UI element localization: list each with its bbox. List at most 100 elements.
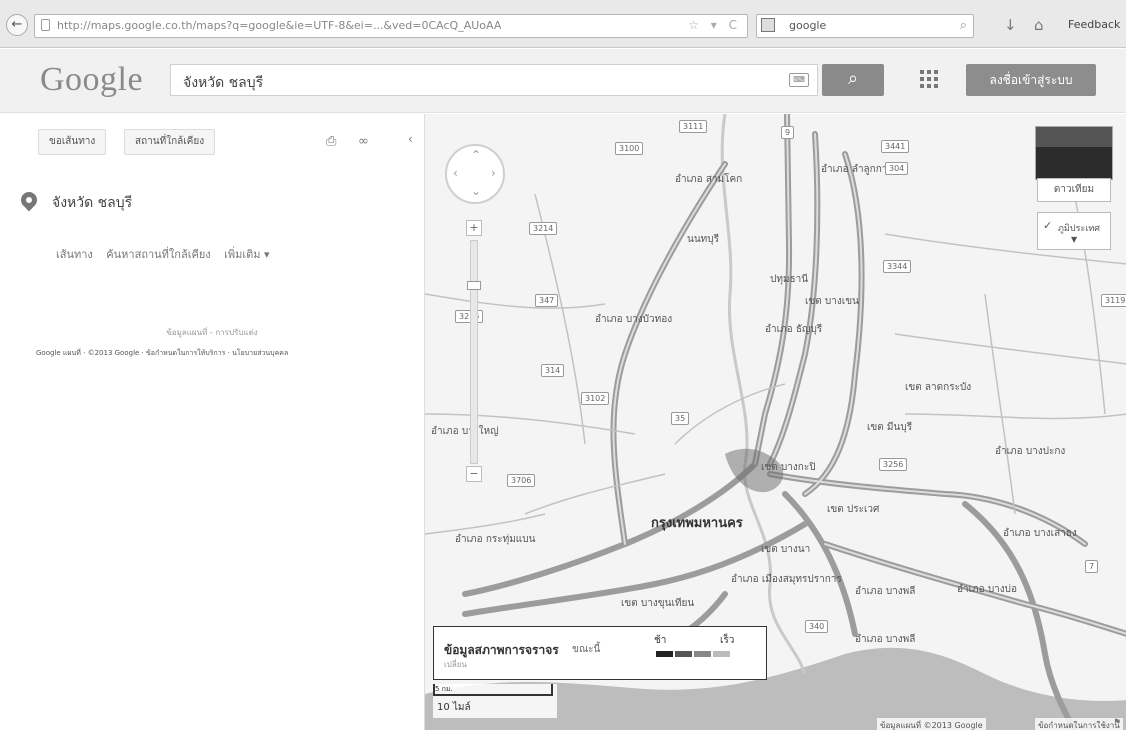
road-shield: 9 (781, 126, 795, 139)
road-shield: 3706 (507, 474, 536, 487)
search-icon: ⌕ (847, 68, 859, 89)
browser-search-value: google (789, 19, 827, 32)
map-label: อำเภอ ลำลูกกา (821, 164, 888, 175)
search-icon[interactable]: ⌕ (960, 18, 967, 33)
zoom-handle[interactable] (467, 281, 481, 290)
road-shield: 314 (541, 364, 565, 377)
search-input[interactable]: จังหวัด ชลบุรี ⌨ (170, 64, 818, 96)
map-label: เขต ประเวศ (827, 504, 880, 515)
map-label: อำเภอ บางพลี (855, 586, 916, 597)
map-label: อำเภอ บางปะกง (995, 446, 1066, 457)
traffic-change-link[interactable]: เปลี่ยน (444, 658, 467, 671)
map-label: อำเภอ สามโคก (675, 174, 743, 185)
directions-link[interactable]: เส้นทาง (56, 248, 93, 261)
map-label: อำเภอ กระทุ่มแบน (455, 534, 536, 545)
zoom-slider[interactable] (467, 240, 481, 464)
lock-icon (41, 19, 50, 31)
traffic-panel: ข้อมูลสภาพการจราจร ขณะนี้ เปลี่ยน ช้า เร… (433, 626, 767, 680)
collapse-panel-icon[interactable]: ‹ (408, 132, 413, 146)
maps-header: Google จังหวัด ชลบุรี ⌨ ⌕ ลงชื่อเข้าสู่ร… (0, 49, 1126, 113)
footer-links[interactable]: Google แผนที่ · ©2013 Google · ข้อกำหนดใ… (36, 348, 288, 359)
road-shield: 7 (1085, 560, 1099, 573)
road-shield: 3256 (879, 458, 908, 471)
place-links: เส้นทาง ค้นหาสถานที่ใกล้เคียง เพิ่มเติม … (56, 245, 280, 263)
home-icon[interactable]: ⌂ (1034, 16, 1044, 34)
map-label: นนทบุรี (687, 234, 719, 245)
back-button[interactable]: ← (6, 14, 28, 36)
road-shield: 3102 (581, 392, 610, 405)
map-label: ปทุมธานี (770, 274, 809, 285)
feedback-button[interactable]: Feedback (1068, 18, 1120, 31)
search-query: จังหวัด ชลบุรี (183, 75, 264, 91)
reload-icon[interactable]: ☆ ▾ C (688, 18, 741, 32)
terrain-label: ภูมิประเทศ (1058, 224, 1100, 234)
pan-down-icon[interactable]: ⌄ (471, 184, 481, 198)
address-bar[interactable]: http://maps.google.co.th/maps?q=google&i… (34, 14, 748, 38)
traffic-legend-bar (656, 651, 732, 657)
terrain-toggle[interactable]: ✓ ภูมิประเทศ ▼ (1037, 212, 1111, 250)
search-button[interactable]: ⌕ (822, 64, 884, 96)
road-shield: 340 (805, 620, 829, 633)
road-shield: 35 (671, 412, 690, 425)
map-copyright: ข้อมูลแผนที่ ©2013 Google (877, 718, 986, 730)
map-label: อำเภอ บางบัวทอง (595, 314, 673, 325)
road-shield: 304 (885, 162, 909, 175)
check-icon: ✓ (1043, 219, 1053, 232)
pan-left-icon[interactable]: ‹ (453, 166, 458, 180)
road-shield: 3119 (1101, 294, 1126, 307)
pan-control[interactable]: ⌃ ⌄ ‹ › (445, 144, 505, 204)
map-scale: 5 กม. 10 ไมล์ (433, 684, 557, 718)
map-label: อำเภอ เมืองสมุทรปราการ (731, 574, 842, 585)
chevron-down-icon[interactable]: ▼ (1071, 235, 1077, 244)
left-panel: ขอเส้นทาง สถานที่ใกล้เคียง ⎙ ∞ ‹ จังหวัด… (0, 114, 424, 730)
keyboard-icon[interactable]: ⌨ (789, 73, 809, 87)
nearby-button[interactable]: สถานที่ใกล้เคียง (124, 129, 216, 155)
road-shield: 3214 (529, 222, 558, 235)
satellite-thumbnail[interactable] (1035, 126, 1113, 180)
map-label: เขต บางเขน (805, 296, 859, 307)
browser-toolbar: ← http://maps.google.co.th/maps?q=google… (0, 0, 1126, 48)
map-label: อำเภอ บางเสาธง (1003, 528, 1077, 539)
search-nearby-link[interactable]: ค้นหาสถานที่ใกล้เคียง (106, 248, 210, 261)
pan-right-icon[interactable]: › (491, 166, 496, 180)
signin-button[interactable]: ลงชื่อเข้าสู่ระบบ (966, 64, 1096, 96)
download-icon[interactable]: ↓ (1004, 16, 1017, 34)
road-shield: 3111 (679, 120, 708, 133)
road-shield: 3441 (881, 140, 910, 153)
terms-link[interactable]: ข้อกำหนดในการใช้งาน (1035, 718, 1123, 730)
map-label: เขต บางขุนเทียน (621, 598, 695, 609)
map-label: เขต บางกะปิ (761, 462, 816, 473)
map-label: เขต มีนบุรี (867, 422, 913, 433)
satellite-button[interactable]: ดาวเทียม (1037, 178, 1111, 202)
map-label: เขต ลาดกระบัง (905, 382, 972, 393)
scale-bar-km: 5 กม. (433, 684, 553, 696)
map-label: อำเภอ บางพลี (855, 634, 916, 645)
scale-bar-miles: 10 ไมล์ (437, 702, 471, 713)
map-label: อำเภอ ธัญบุรี (765, 324, 823, 335)
link-icon[interactable]: ∞ (358, 134, 369, 149)
pan-up-icon[interactable]: ⌃ (471, 148, 481, 162)
traffic-fast-label: เร็ว (720, 635, 735, 646)
map-label: อำเภอ บางบ่อ (957, 584, 1018, 595)
search-engine-icon[interactable] (761, 18, 775, 32)
place-title: จังหวัด ชลบุรี (52, 195, 133, 211)
browser-search-box[interactable]: google ⌕ (756, 14, 974, 38)
map-info-link[interactable]: ข้อมูลแผนที่ - การปรับแต่ง (0, 326, 424, 339)
map-canvas[interactable]: กรุงเทพมหานคร นนทบุรี ปทุมธานี เขต บางกะ… (424, 114, 1126, 730)
url-text: http://maps.google.co.th/maps?q=google&i… (57, 19, 502, 32)
report-problem-icon[interactable]: ⚑ (1113, 718, 1121, 728)
print-icon[interactable]: ⎙ (326, 134, 336, 149)
zoom-in-button[interactable]: + (466, 220, 482, 236)
google-logo[interactable]: Google (40, 61, 143, 99)
map-label: เขต บางนา (761, 544, 811, 555)
road-shield: 3344 (883, 260, 912, 273)
road-shield: 3100 (615, 142, 644, 155)
traffic-update-select[interactable]: ขณะนี้ (572, 642, 600, 657)
road-shield: 347 (535, 294, 559, 307)
map-label: อำเภอ บางใหญ่ (431, 426, 499, 437)
traffic-slow-label: ช้า (654, 635, 667, 646)
more-link[interactable]: เพิ่มเติม ▾ (224, 248, 269, 261)
directions-button[interactable]: ขอเส้นทาง (38, 129, 107, 155)
apps-grid-icon[interactable] (920, 70, 938, 88)
zoom-out-button[interactable]: − (466, 466, 482, 482)
